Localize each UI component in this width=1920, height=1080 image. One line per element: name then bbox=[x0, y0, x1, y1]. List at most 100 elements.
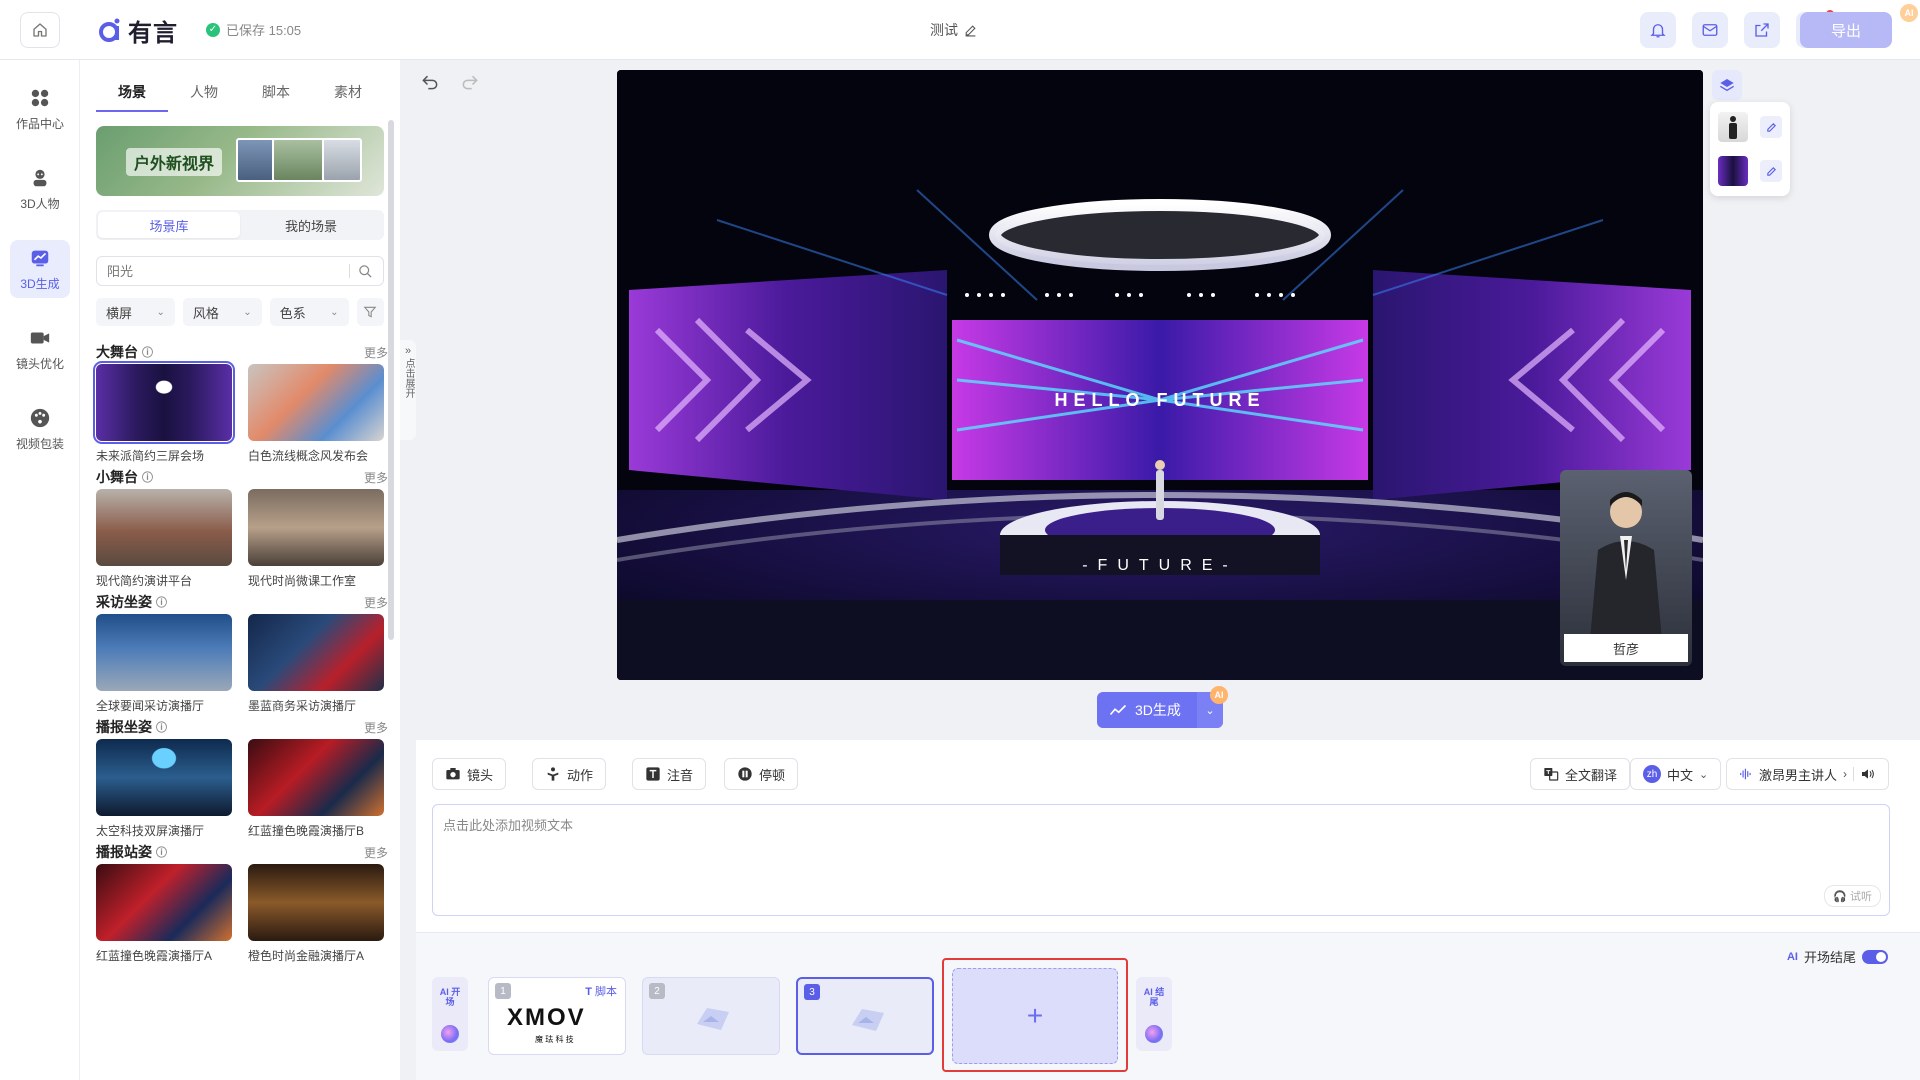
layer-item-character[interactable] bbox=[1718, 110, 1782, 144]
filter-label: 风格 bbox=[192, 305, 219, 321]
clip-1[interactable]: 1 T 脚本 XMOV 魔 珐 科 技 bbox=[488, 977, 626, 1055]
more-link[interactable]: 更多 bbox=[364, 844, 388, 861]
notification-button[interactable] bbox=[1640, 12, 1676, 48]
nav-3d-character[interactable]: 3D人物 bbox=[10, 160, 70, 218]
segment-scene-library[interactable]: 场景库 bbox=[98, 212, 240, 238]
nav-works-center[interactable]: 作品中心 bbox=[10, 80, 70, 138]
panel-scrollbar[interactable] bbox=[388, 120, 394, 640]
double-chevron-right-icon: » bbox=[404, 345, 412, 357]
clip-timeline: AI 开场结尾 AI 开场 1 T 脚本 XMOV 魔 珐 科 技 2 3 AI… bbox=[416, 932, 1920, 1080]
nav-camera-optimize[interactable]: 镜头优化 bbox=[10, 320, 70, 378]
undo-button[interactable] bbox=[420, 72, 440, 97]
search-input[interactable] bbox=[107, 263, 341, 279]
redo-button[interactable] bbox=[460, 72, 480, 97]
more-link[interactable]: 更多 bbox=[364, 594, 388, 611]
tool-label: 动作 bbox=[567, 767, 594, 783]
tool-label: 注音 bbox=[667, 767, 694, 783]
scene-card[interactable]: 红蓝撞色晚霞演播厅B bbox=[248, 739, 388, 839]
filter-color[interactable]: 色系 ⌄ bbox=[269, 298, 349, 326]
layer-item-scene[interactable] bbox=[1718, 154, 1782, 188]
scene-search bbox=[96, 256, 384, 286]
scene-thumbnail bbox=[96, 489, 232, 566]
voice-select[interactable]: 激昂男主讲人 › bbox=[1726, 758, 1890, 790]
pause-tool-button[interactable]: 停顿 bbox=[724, 758, 799, 790]
promo-banner[interactable]: 户外新视界 bbox=[96, 126, 384, 196]
nav-label: 作品中心 bbox=[15, 116, 64, 131]
scene-source-switch: 场景库 我的场景 bbox=[96, 210, 384, 240]
scene-card[interactable]: 红蓝撞色晚霞演播厅A bbox=[96, 864, 236, 964]
scene-name: 墨蓝商务采访演播厅 bbox=[248, 699, 357, 713]
filter-style[interactable]: 风格 ⌄ bbox=[182, 298, 262, 326]
scene-card[interactable]: 橙色时尚金融演播厅A bbox=[248, 864, 388, 964]
scene-card[interactable]: 未来派简约三屏会场 bbox=[93, 361, 236, 464]
add-clip-button[interactable]: + bbox=[952, 968, 1118, 1064]
ai-ending-tile[interactable]: AI 结尾 bbox=[1136, 977, 1172, 1051]
redo-icon bbox=[462, 75, 478, 90]
nav-3d-generate[interactable]: 3D生成 bbox=[10, 240, 70, 298]
top-bar: 有言 ✓ 已保存 15:05 测试 导出 AI bbox=[0, 0, 1920, 60]
segment-my-scenes[interactable]: 我的场景 bbox=[240, 212, 382, 238]
asset-panel: 场景 人物 脚本 素材 户外新视界 场景库 我的场景 横屏 ⌄ 风格 ⌄ 色系 ⌄ bbox=[80, 60, 400, 1080]
ai-orb-icon bbox=[441, 1025, 459, 1043]
tab-character[interactable]: 人物 bbox=[168, 82, 240, 112]
more-link[interactable]: 更多 bbox=[364, 719, 388, 736]
phonetic-tool-button[interactable]: 注音 bbox=[632, 758, 707, 790]
layer-edit-button[interactable] bbox=[1760, 160, 1782, 182]
home-button[interactable] bbox=[20, 12, 60, 48]
search-icon[interactable] bbox=[358, 264, 373, 279]
filter-icon bbox=[363, 306, 377, 318]
script-text-area[interactable]: 点击此处添加视频文本 🎧 试听 bbox=[432, 804, 1890, 916]
scene-card[interactable]: 白色流线概念风发布会 bbox=[248, 364, 388, 464]
tab-material[interactable]: 素材 bbox=[312, 82, 384, 112]
panel-expand-handle[interactable]: » 点击展开 bbox=[400, 340, 416, 440]
layers-icon bbox=[1719, 79, 1735, 92]
speaker-icon[interactable] bbox=[1860, 767, 1876, 781]
scene-name: 全球要闻采访演播厅 bbox=[96, 699, 205, 713]
edit-icon[interactable] bbox=[964, 24, 977, 37]
filter-button[interactable] bbox=[356, 298, 384, 326]
scene-card[interactable]: 全球要闻采访演播厅 bbox=[96, 614, 236, 714]
nav-video-packaging[interactable]: 视频包装 bbox=[10, 400, 70, 458]
thumb-row: 未来派简约三屏会场 白色流线概念风发布会 bbox=[93, 361, 388, 464]
translate-button[interactable]: 全文翻译 bbox=[1530, 758, 1631, 790]
export-button[interactable]: 导出 bbox=[1800, 12, 1892, 48]
scene-name: 现代时尚微课工作室 bbox=[248, 574, 357, 588]
preview-listen-button[interactable]: 🎧 试听 bbox=[1824, 885, 1881, 907]
waveform-icon bbox=[1740, 768, 1751, 780]
generate-3d-button[interactable]: 3D生成 ⌄ bbox=[1097, 692, 1223, 728]
scene-card[interactable]: 墨蓝商务采访演播厅 bbox=[248, 614, 388, 714]
more-link[interactable]: 更多 bbox=[364, 469, 388, 486]
clip-3[interactable]: 3 bbox=[796, 977, 934, 1055]
stage-text: -FUTURE- bbox=[1082, 557, 1238, 574]
scene-card[interactable]: 现代简约演讲平台 bbox=[96, 489, 236, 589]
section-title-text: 采访坐姿 bbox=[96, 594, 152, 610]
open-close-toggle[interactable] bbox=[1862, 949, 1888, 964]
language-select[interactable]: zh 中文 ⌄ bbox=[1630, 758, 1722, 790]
avatar-preview[interactable]: 哲彦 bbox=[1560, 470, 1692, 666]
ai-opening-tile[interactable]: AI 开场 bbox=[432, 977, 468, 1051]
camera-tool-button[interactable]: 镜头 bbox=[432, 758, 507, 790]
message-button[interactable] bbox=[1692, 12, 1728, 48]
tab-scene[interactable]: 场景 bbox=[96, 82, 168, 112]
clip-2[interactable]: 2 bbox=[642, 977, 780, 1055]
layer-edit-button[interactable] bbox=[1760, 116, 1782, 138]
layers-button[interactable] bbox=[1712, 70, 1742, 100]
more-link[interactable]: 更多 bbox=[364, 344, 388, 361]
share-button[interactable] bbox=[1744, 12, 1780, 48]
action-tool-button[interactable]: 动作 bbox=[532, 758, 607, 790]
language-label: 中文 bbox=[1667, 767, 1694, 783]
scene-preview[interactable]: HELLO FUTURE -FUTURE- bbox=[617, 70, 1703, 680]
scene-card[interactable]: 太空科技双屏演播厅 bbox=[96, 739, 236, 839]
left-nav: 作品中心 3D人物 3D生成 镜头优化 视频包装 bbox=[0, 60, 80, 1080]
document-title[interactable]: 测试 bbox=[930, 20, 977, 40]
scene-card[interactable]: 现代时尚微课工作室 bbox=[248, 489, 388, 589]
tab-script[interactable]: 脚本 bbox=[240, 82, 312, 112]
generate-label: 3D生成 bbox=[1135, 702, 1181, 718]
section-header: 播报站姿 ⓘ 更多 bbox=[96, 842, 388, 862]
save-status: ✓ 已保存 15:05 bbox=[206, 20, 301, 39]
expand-label: 点击展开 bbox=[403, 358, 414, 398]
banner-card bbox=[322, 138, 362, 182]
section-title: 小舞台 ⓘ bbox=[96, 467, 153, 487]
share-icon bbox=[1755, 23, 1769, 37]
filter-orientation[interactable]: 横屏 ⌄ bbox=[96, 298, 175, 326]
